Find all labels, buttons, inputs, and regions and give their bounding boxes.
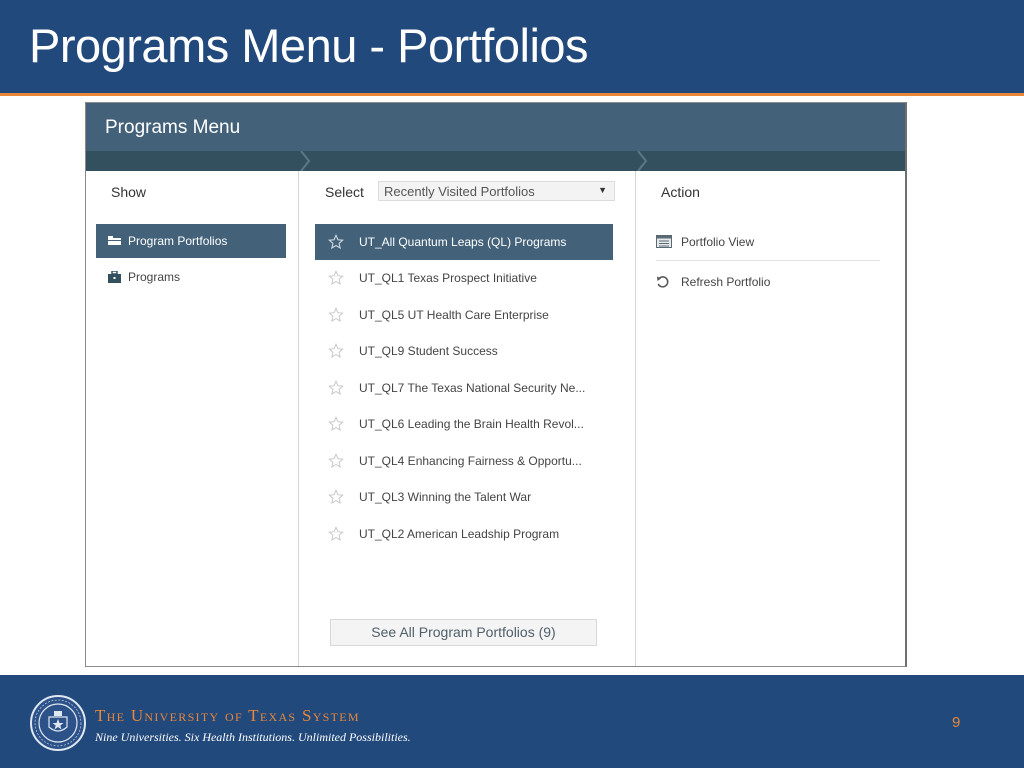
star-icon[interactable] [328,343,344,359]
portfolio-item[interactable]: UT_QL2 American Leadship Program [315,516,613,553]
portfolio-item[interactable]: UT_QL4 Enhancing Fairness & Opportu... [315,443,613,480]
action-divider [656,260,880,261]
portfolio-item[interactable]: UT_QL5 UT Health Care Enterprise [315,297,613,334]
star-icon[interactable] [328,489,344,505]
star-icon[interactable] [328,379,344,396]
portfolio-item-label: UT_All Quantum Leaps (QL) Programs [359,235,567,249]
see-all-portfolios-button[interactable]: See All Program Portfolios (9) [330,619,597,646]
star-icon[interactable] [328,452,344,469]
action-item-label: Portfolio View [681,235,755,249]
step-bar [86,151,905,171]
show-item-label: Program Portfolios [128,234,228,248]
star-icon[interactable] [328,306,344,323]
slide-footer: The University of Texas System Nine Univ… [0,675,1024,768]
show-heading: Show [111,184,147,200]
refresh-portfolio-action[interactable]: Refresh Portfolio [656,264,880,300]
briefcase-icon [108,270,122,283]
star-icon[interactable] [328,416,344,432]
portfolio-item-label: UT_QL3 Winning the Talent War [359,490,532,505]
page-number: 9 [952,714,961,731]
dropdown-arrow-icon: ▼ [598,185,607,195]
portfolio-list: UT_All Quantum Leaps (QL) Programs UT_QL… [315,224,613,552]
action-item-label: Refresh Portfolio [681,275,771,289]
programs-menu-window: Programs Menu Show Program Portfolios Pr… [85,102,907,667]
star-icon[interactable] [328,234,344,250]
organization-tagline: Nine Universities. Six Health Institutio… [95,730,411,744]
portfolio-item[interactable]: UT_QL1 Texas Prospect Initiative [315,260,613,297]
chevron-right-icon [636,151,650,171]
app-title: Programs Menu [105,117,241,138]
portfolio-filter-dropdown[interactable]: Recently Visited Portfolios ▼ [378,181,615,201]
organization-name: The University of Texas System [95,706,360,725]
portfolio-item-label: UT_QL6 Leading the Brain Health Revol... [359,417,584,432]
show-column: Show Program Portfolios Programs [86,171,299,666]
app-header: Programs Menu [86,103,905,151]
action-column: Action Portfolio View Refresh Portfolio [636,171,905,666]
refresh-icon [656,275,672,289]
university-seal-logo [30,695,86,751]
portfolio-item-label: UT_QL7 The Texas National Security Ne... [359,380,586,395]
portfolio-item[interactable]: UT_QL9 Student Success [315,333,613,370]
portfolio-item[interactable]: UT_QL6 Leading the Brain Health Revol... [315,406,613,443]
portfolio-item-label: UT_QL4 Enhancing Fairness & Opportu... [359,453,582,468]
portfolio-view-icon [656,235,672,249]
portfolio-item[interactable]: UT_QL3 Winning the Talent War [315,479,613,516]
select-column: Select Recently Visited Portfolios ▼ UT_… [299,171,636,666]
star-icon[interactable] [328,270,344,286]
portfolio-item[interactable]: UT_QL7 The Texas National Security Ne... [315,370,613,407]
chevron-right-icon [299,151,313,171]
portfolio-item-label: UT_QL2 American Leadship Program [359,526,560,541]
portfolio-item-label: UT_QL9 Student Success [359,344,498,359]
show-item-programs[interactable]: Programs [96,260,286,294]
show-item-label: Programs [128,270,181,284]
header-divider [0,93,1024,96]
action-heading: Action [661,184,700,200]
portfolio-item[interactable]: UT_All Quantum Leaps (QL) Programs [315,224,613,260]
portfolio-view-action[interactable]: Portfolio View [656,224,880,260]
portfolio-item-label: UT_QL1 Texas Prospect Initiative [359,271,537,286]
show-item-program-portfolios[interactable]: Program Portfolios [96,224,286,258]
star-icon[interactable] [328,525,344,542]
slide-header: Programs Menu - Portfolios [0,0,1024,93]
folder-icon [108,235,122,247]
dropdown-value: Recently Visited Portfolios [384,184,535,199]
portfolio-item-label: UT_QL5 UT Health Care Enterprise [359,307,549,322]
select-heading: Select [325,184,364,200]
slide-title: Programs Menu - Portfolios [29,19,589,72]
